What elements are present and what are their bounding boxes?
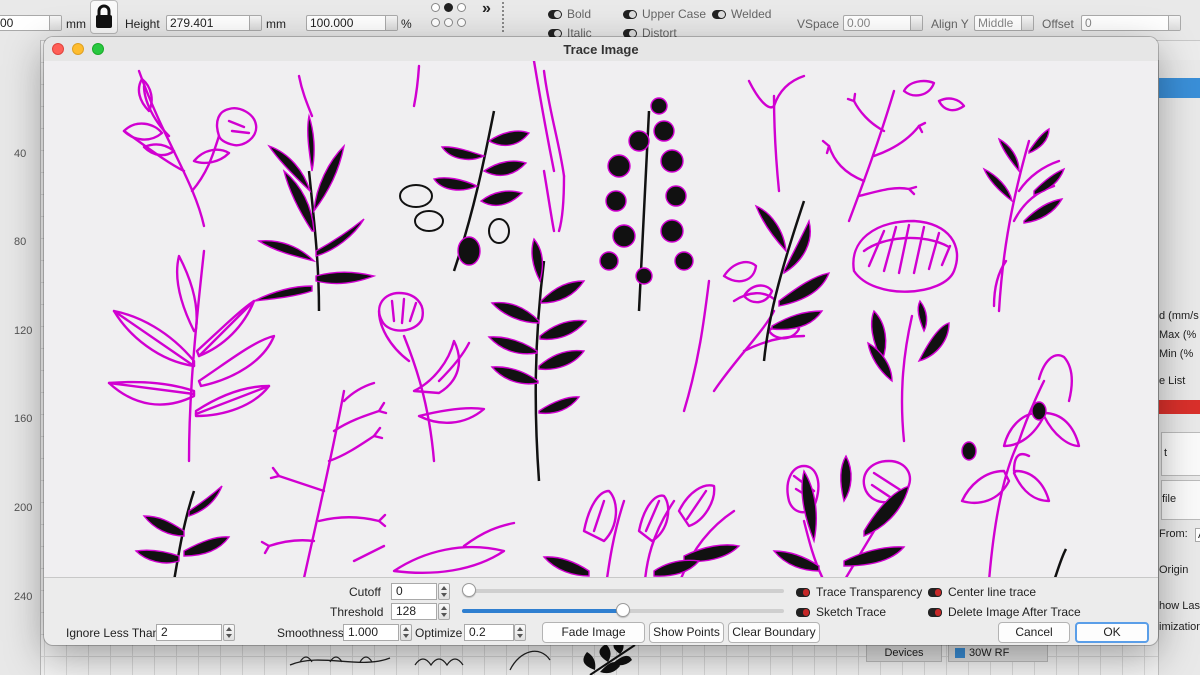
optimize-field[interactable]: 0.2 [464, 624, 514, 641]
dialog-title: Trace Image [563, 42, 639, 57]
cutoff-field[interactable]: 0 [391, 583, 437, 600]
lock-icon [96, 4, 112, 28]
show-points-button[interactable]: Show Points [649, 622, 724, 643]
trace-image-dialog: Trace Image Cutoff 0 Threshold 128 Ignor… [44, 37, 1158, 645]
top-toolbar: 00 mm Height 279.401 mm 100.000 % » Bold… [0, 0, 1200, 41]
smoothness-stepper[interactable] [400, 624, 412, 641]
laser-icon [955, 648, 965, 659]
delete-image-after-trace-toggle[interactable]: Delete Image After Trace [928, 605, 1081, 619]
panel-file-button[interactable]: file [1161, 480, 1200, 520]
upper-case-toggle[interactable]: Upper Case [623, 7, 706, 21]
job-origin-label: Origin [1159, 564, 1189, 576]
ruler-mark: 120 [14, 325, 33, 337]
optimize-label: Optimize [415, 626, 463, 640]
panel-red-bar [1159, 400, 1200, 414]
ruler-mark: 200 [14, 502, 33, 514]
sketch-trace-toggle[interactable]: Sketch Trace [796, 605, 886, 619]
ruler-mark: 80 [14, 236, 27, 248]
offset-field[interactable]: 0 [1081, 15, 1181, 31]
cutoff-label: Cutoff [349, 585, 381, 599]
width-unit-label: mm [66, 17, 86, 31]
anchor-grid[interactable] [431, 0, 469, 34]
height-label: Height [125, 17, 160, 31]
welded-toggle[interactable]: Welded [712, 7, 771, 21]
panel-button[interactable]: t [1161, 432, 1200, 476]
optimize-stepper[interactable] [514, 624, 526, 641]
align-y-label: Align Y [931, 17, 969, 31]
width-field[interactable]: 00 [0, 15, 62, 31]
threshold-label: Threshold [330, 605, 384, 619]
cutoff-slider[interactable] [462, 583, 784, 597]
start-from-label: From: [1159, 528, 1188, 540]
botanical-trace-image [107, 61, 1081, 577]
devices-button[interactable]: Devices [866, 642, 942, 662]
ruler-mark: 40 [14, 148, 27, 160]
optimization-label: imization [1159, 621, 1200, 633]
laser-select[interactable]: 30W RF [948, 642, 1048, 662]
threshold-slider-fill [462, 609, 623, 613]
vertical-ruler: 40 80 120 160 200 240 [0, 40, 41, 675]
toolbar-grip[interactable] [502, 2, 508, 32]
panel-selected-row[interactable] [1159, 78, 1200, 98]
cancel-button[interactable]: Cancel [998, 622, 1070, 643]
dialog-titlebar[interactable]: Trace Image [44, 37, 1158, 62]
align-y-select[interactable]: Middle [974, 15, 1034, 31]
scale-field[interactable]: 100.000 [306, 15, 398, 31]
threshold-slider-thumb[interactable] [616, 603, 630, 617]
cutoff-stepper[interactable] [438, 583, 450, 600]
threshold-stepper[interactable] [438, 603, 450, 620]
ignore-less-than-label: Ignore Less Than [66, 626, 160, 640]
offset-label: Offset [1042, 17, 1074, 31]
smoothness-field[interactable]: 1.000 [343, 624, 399, 641]
vspace-field[interactable]: 0.00 [843, 15, 923, 31]
start-from-select[interactable]: A [1195, 528, 1200, 542]
threshold-slider[interactable] [462, 603, 784, 617]
trace-preview[interactable] [44, 61, 1158, 577]
min-power-label: Min (% [1159, 348, 1194, 360]
ok-button[interactable]: OK [1075, 622, 1149, 643]
lock-aspect-button[interactable] [90, 0, 118, 34]
speed-label: d (mm/s [1159, 310, 1199, 322]
threshold-field[interactable]: 128 [391, 603, 437, 620]
height-field[interactable]: 279.401 [166, 15, 262, 31]
fade-image-button[interactable]: Fade Image [542, 622, 645, 643]
ruler-mark: 160 [14, 413, 33, 425]
smoothness-label: Smoothness [277, 626, 344, 640]
ignore-less-than-field[interactable]: 2 [156, 624, 222, 641]
more-toolbar-button[interactable]: » [482, 0, 491, 18]
ignore-less-than-stepper[interactable] [223, 624, 235, 641]
trace-transparency-toggle[interactable]: Trace Transparency [796, 585, 922, 599]
cutoff-slider-thumb[interactable] [462, 583, 476, 597]
max-power-label: Max (% [1159, 329, 1197, 341]
scale-unit-label: % [401, 17, 412, 31]
canvas-artwork-peek [289, 640, 636, 675]
ruler-mark: 240 [14, 591, 33, 603]
height-unit-label: mm [266, 17, 286, 31]
layer-list-tab[interactable]: e List [1159, 375, 1185, 387]
trace-controls: Cutoff 0 Threshold 128 Ignore Less Than … [44, 577, 1158, 645]
right-panel: d (mm/s Max (% Min (% e List t file From… [1158, 60, 1200, 675]
vspace-label: VSpace [797, 17, 840, 31]
clear-boundary-button[interactable]: Clear Boundary [728, 622, 820, 643]
center-line-trace-toggle[interactable]: Center line trace [928, 585, 1036, 599]
show-last-position-label: how Las [1159, 600, 1200, 612]
bold-toggle[interactable]: Bold [548, 7, 591, 21]
